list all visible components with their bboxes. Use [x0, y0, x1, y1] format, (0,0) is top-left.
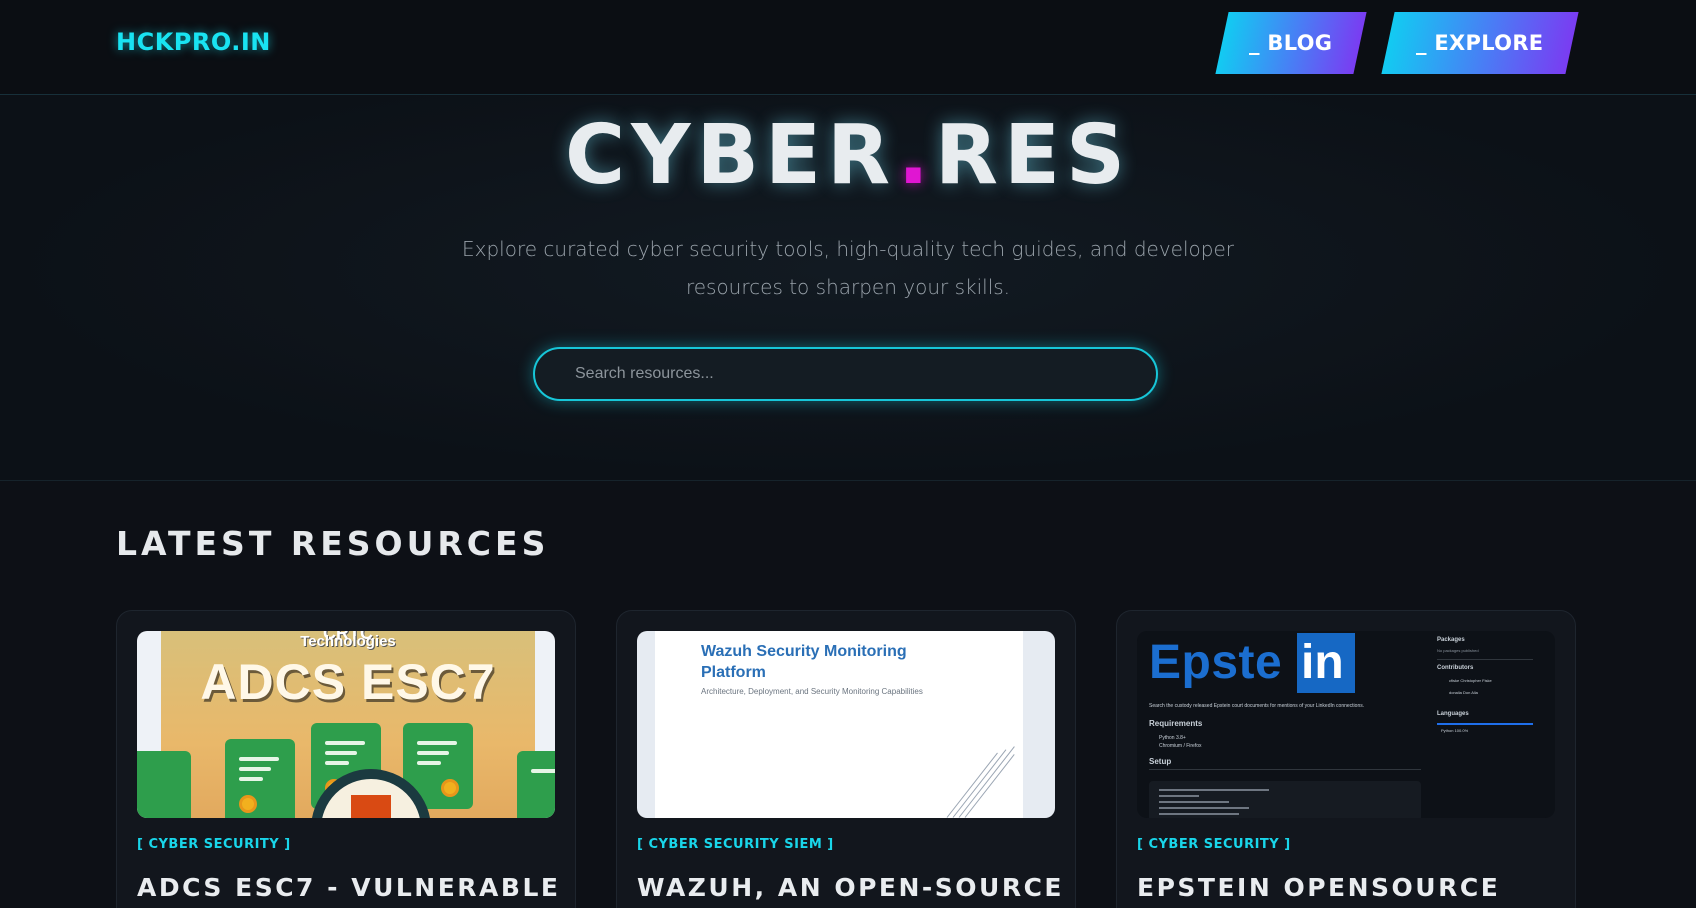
req-item: Chromium / Firefox [1159, 743, 1202, 749]
readme-title-word: Epste [1149, 636, 1283, 689]
hero-section: CYBER.RES Explore curated cyber security… [0, 96, 1696, 481]
resource-card-wazuh[interactable]: Wazuh Security Monitoring Platform Archi… [616, 610, 1076, 908]
divider [1149, 769, 1421, 770]
card-title[interactable]: EPSTEIN OPENSOURCE [1137, 873, 1500, 902]
blog-button-label: _ BLOG [1249, 31, 1333, 55]
hero-title-part1: CYBER [564, 108, 898, 203]
contributor-item: donalia Don Alia [1449, 690, 1478, 695]
document-page: Wazuh Security Monitoring Platform Archi… [655, 631, 1023, 818]
card-title[interactable]: WAZUH, AN OPEN-SOURCE [637, 873, 1064, 902]
certificate-icon [517, 751, 555, 818]
language-item: Python 100.0% [1441, 728, 1469, 733]
adcs-poster: CRTC Technologies ADCS ESC7 [137, 631, 555, 818]
readme-setup: Setup [1149, 757, 1172, 766]
card-thumbnail[interactable]: Wazuh Security Monitoring Platform Archi… [637, 631, 1055, 818]
hero-title-part2: RES [934, 108, 1132, 203]
certificate-icon [137, 751, 191, 818]
search-input[interactable] [533, 347, 1158, 401]
blog-button[interactable]: _ BLOG [1215, 12, 1367, 74]
divider [1437, 659, 1533, 660]
repo-sidebar: Packages No packages published Contribut… [1437, 631, 1555, 818]
hero-title: CYBER.RES [0, 108, 1696, 203]
linkedin-in-box: in [1297, 633, 1355, 693]
hero-subtitle: Explore curated cyber security tools, hi… [462, 237, 1234, 299]
readme-requirements: Requirements [1149, 719, 1203, 728]
card-category-tag[interactable]: [ CYBER SECURITY ] [1137, 837, 1291, 852]
contributor-item: cfiske Christopher Fiske [1449, 678, 1492, 683]
explore-button[interactable]: _ EXPLORE [1381, 12, 1579, 74]
resource-card-adcs[interactable]: CRTC Technologies ADCS ESC7 [ CYBER SECU… [116, 610, 576, 908]
sidebar-contributors: Contributors [1437, 665, 1474, 671]
latest-resources-heading: LATEST RESOURCES [116, 524, 550, 563]
card-thumbnail[interactable]: Epste in Search the custody released Eps… [1137, 631, 1555, 818]
card-title[interactable]: ADCS ESC7 - VULNERABLE [137, 873, 560, 902]
certificate-icon [225, 739, 295, 818]
card-thumbnail[interactable]: CRTC Technologies ADCS ESC7 [137, 631, 555, 818]
linkedin-in-text: in [1301, 636, 1344, 689]
card-category-tag[interactable]: [ CYBER SECURITY SIEM ] [637, 837, 834, 852]
site-logo[interactable]: HCKPRO.IN [116, 28, 271, 56]
readme-description: Search the custody released Epstein cour… [1149, 703, 1365, 709]
hero-title-dot: . [897, 108, 935, 203]
card-category-tag[interactable]: [ CYBER SECURITY ] [137, 837, 291, 852]
decorative-line [958, 746, 1015, 818]
code-block [1149, 781, 1421, 818]
sidebar-packages: Packages [1437, 637, 1465, 643]
sidebar-languages: Languages [1437, 711, 1469, 717]
top-nav: HCKPRO.IN _ BLOG _ EXPLORE [0, 0, 1696, 95]
poster-headline: ADCS ESC7 [200, 654, 496, 710]
req-item: Python 3.8+ [1159, 735, 1186, 741]
explore-button-label: _ EXPLORE [1416, 31, 1544, 55]
doc-headline: Wazuh Security Monitoring Platform [701, 643, 907, 681]
doc-subhead: Architecture, Deployment, and Security M… [701, 687, 923, 696]
language-bar [1437, 723, 1533, 725]
sidebar-packages-note: No packages published [1437, 648, 1479, 653]
decorative-line [952, 749, 1007, 818]
github-readme-screenshot: Epste in Search the custody released Eps… [1137, 631, 1555, 818]
resource-card-epstein[interactable]: Epste in Search the custody released Eps… [1116, 610, 1576, 908]
poster-brand-sub: Technologies [300, 633, 396, 650]
